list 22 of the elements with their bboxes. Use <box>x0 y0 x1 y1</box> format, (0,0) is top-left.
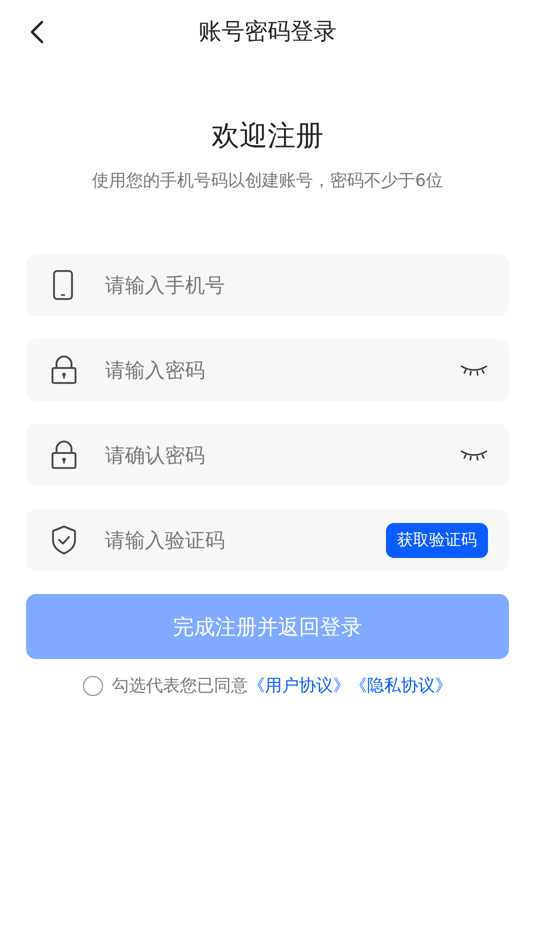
agreement-link[interactable]: 《用户协议》 <box>248 674 350 697</box>
text-input[interactable]: 请确认密码 <box>105 435 460 475</box>
get-code-button[interactable]: 获取验证码 <box>386 522 488 558</box>
shield-check-icon <box>51 525 77 555</box>
input-field[interactable]: 请输入手机号 <box>26 254 509 316</box>
lock-icon <box>51 355 77 385</box>
lock-icon <box>51 440 77 470</box>
text-input[interactable]: 请输入验证码 <box>105 520 386 560</box>
agree-checkbox[interactable] <box>83 676 103 696</box>
input-field[interactable]: 请确认密码 <box>26 424 509 486</box>
page-title: 账号密码登录 <box>198 18 336 46</box>
agreement-text: 勾选代表您已同意 <box>112 675 248 697</box>
text-input[interactable]: 请输入密码 <box>105 350 460 390</box>
welcome-title: 欢迎注册 <box>212 118 324 154</box>
agreement-link[interactable]: 《隐私协议》 <box>350 674 452 697</box>
input-field[interactable]: 请输入验证码 获取验证码 <box>26 509 509 571</box>
input-field[interactable]: 请输入密码 <box>26 339 509 401</box>
closed-eye-icon[interactable] <box>460 448 488 462</box>
back-icon[interactable] <box>29 20 45 44</box>
closed-eye-icon[interactable] <box>460 363 488 377</box>
welcome-subtitle: 使用您的手机号码以创建账号，密码不少于6位 <box>92 170 443 192</box>
text-input[interactable]: 请输入手机号 <box>105 265 488 305</box>
